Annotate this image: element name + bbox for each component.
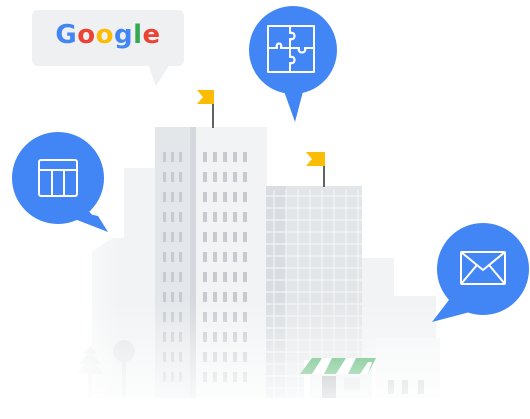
logo-letter: o <box>95 20 114 50</box>
window <box>243 252 247 262</box>
logo-letter: e <box>142 20 161 50</box>
window <box>179 192 182 202</box>
window <box>243 232 247 242</box>
window <box>223 212 227 222</box>
window <box>223 272 227 282</box>
window <box>213 272 217 282</box>
window <box>171 232 174 242</box>
window <box>223 192 227 202</box>
window <box>163 212 166 222</box>
puzzle-bubble <box>249 6 337 122</box>
window <box>233 192 237 202</box>
window <box>203 272 207 282</box>
window <box>243 152 247 162</box>
window <box>243 212 247 222</box>
window <box>171 152 174 162</box>
window <box>171 192 174 202</box>
window <box>223 172 227 182</box>
window <box>233 212 237 222</box>
window <box>171 212 174 222</box>
window <box>163 232 166 242</box>
window <box>179 172 182 182</box>
tower-flag <box>197 90 214 128</box>
window <box>213 172 217 182</box>
google-logo: Google <box>32 20 184 50</box>
window <box>163 252 166 262</box>
window <box>243 172 247 182</box>
window <box>243 192 247 202</box>
window <box>203 252 207 262</box>
logo-letter: o <box>77 20 96 50</box>
logo-letter: l <box>133 20 143 50</box>
window <box>163 172 166 182</box>
window <box>179 272 182 282</box>
window <box>223 152 227 162</box>
window <box>163 152 166 162</box>
window <box>179 232 182 242</box>
window <box>171 172 174 182</box>
google-bubble: Google <box>32 10 184 66</box>
window <box>179 152 182 162</box>
window <box>223 232 227 242</box>
window <box>203 172 207 182</box>
window <box>163 192 166 202</box>
table-bubble <box>12 132 108 232</box>
window <box>233 232 237 242</box>
logo-letter: G <box>55 20 78 50</box>
window <box>233 172 237 182</box>
window <box>213 212 217 222</box>
window <box>233 152 237 162</box>
window <box>163 272 166 282</box>
window <box>233 272 237 282</box>
window <box>213 192 217 202</box>
window <box>233 252 237 262</box>
window <box>203 232 207 242</box>
window <box>171 252 174 262</box>
middle-flag <box>306 152 325 187</box>
logo-letter: g <box>113 20 134 50</box>
window <box>223 252 227 262</box>
window <box>203 212 207 222</box>
window <box>179 252 182 262</box>
window <box>171 272 174 282</box>
window <box>203 192 207 202</box>
window <box>179 212 182 222</box>
window <box>213 252 217 262</box>
window <box>203 152 207 162</box>
window <box>243 272 247 282</box>
window <box>213 152 217 162</box>
window <box>213 232 217 242</box>
